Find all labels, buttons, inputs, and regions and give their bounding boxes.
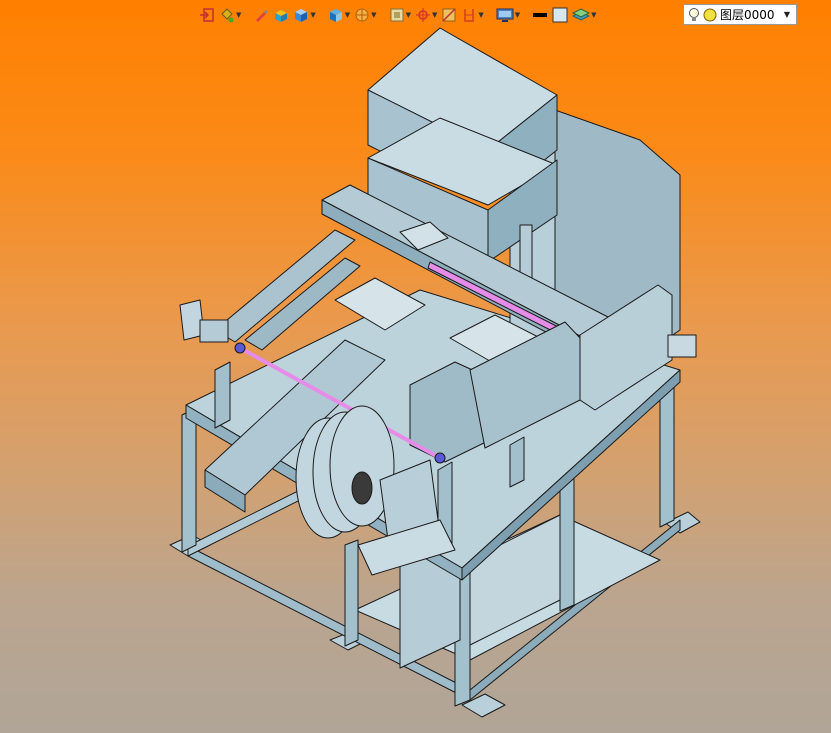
display-settings-button[interactable]: ▼: [495, 4, 521, 26]
post: [509, 436, 525, 488]
layer-color-dot-icon: [703, 8, 717, 21]
wire-end: [434, 452, 446, 464]
paint-bucket-icon: [221, 8, 234, 23]
section-view-icon: [442, 8, 456, 22]
frame-leg: [344, 539, 359, 647]
layer-stack-icon: [572, 8, 591, 21]
pencil-button[interactable]: [252, 4, 270, 26]
control-box-knob: [667, 334, 697, 358]
clip-plane-icon: [464, 9, 475, 22]
layer-name: 图层0000: [720, 8, 775, 22]
part-color-icon: [275, 10, 288, 22]
part-color-button[interactable]: [272, 4, 290, 26]
snap-point-button[interactable]: ▼: [414, 4, 438, 26]
shaded-cube-icon: [295, 9, 308, 22]
section-view-button[interactable]: [440, 4, 458, 26]
view-toolbar: ▼ ▼ ▼ ▼ ▼ ▼ ▼ ▼ ▼: [198, 3, 598, 27]
reel-hub: [351, 471, 373, 505]
motor-coupler: [199, 319, 229, 343]
layer-stack-button[interactable]: ▼: [571, 4, 597, 26]
view-orientation-button[interactable]: ▼: [327, 4, 351, 26]
layer-select[interactable]: 图层0000 ▼: [683, 4, 797, 25]
lightbulb-icon: [689, 7, 699, 21]
chevron-down-icon: ▼: [783, 10, 790, 19]
zoom-window-icon: [390, 8, 404, 22]
view-orientation-icon: [329, 9, 342, 22]
cad-viewport[interactable]: [0, 0, 831, 733]
line-style-icon: [533, 13, 548, 17]
post: [214, 361, 231, 429]
wire-end: [234, 342, 246, 354]
render-style-button[interactable]: ▼: [353, 4, 377, 26]
frame-leg: [559, 472, 575, 612]
zoom-window-button[interactable]: ▼: [388, 4, 412, 26]
pencil-icon: [256, 10, 269, 22]
paint-bucket-button[interactable]: ▼: [218, 4, 242, 26]
render-style-icon: [355, 8, 369, 22]
color-swatch-icon: [552, 7, 568, 23]
clip-plane-button[interactable]: ▼: [460, 4, 484, 26]
shaded-cube-button[interactable]: ▼: [292, 4, 316, 26]
exit-sketch-button[interactable]: [198, 4, 216, 26]
line-style-button[interactable]: [531, 4, 549, 26]
exit-sketch-icon: [200, 8, 214, 22]
machine-model: [169, 27, 701, 718]
color-swatch-button[interactable]: [551, 4, 569, 26]
frame-leg: [181, 407, 197, 553]
snap-point-icon: [415, 8, 430, 22]
display-settings-icon: [496, 8, 514, 22]
